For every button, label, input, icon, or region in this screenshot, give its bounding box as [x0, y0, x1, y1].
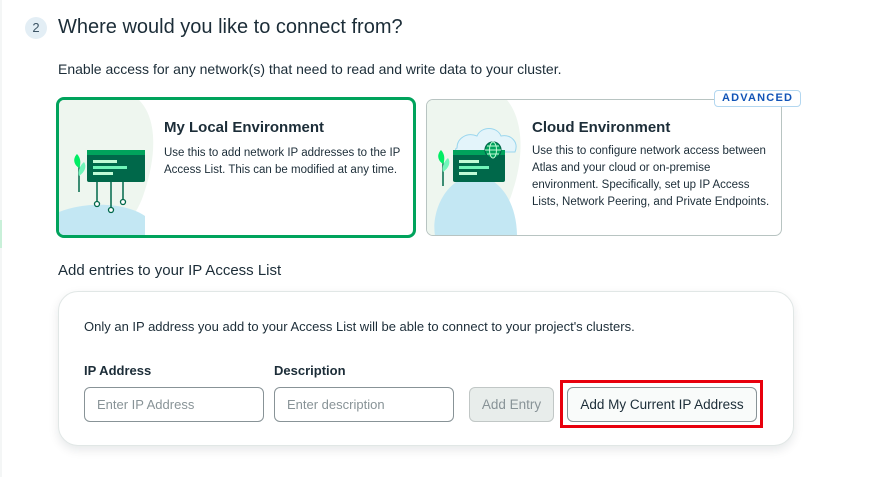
cloud-environment-title: Cloud Environment [532, 119, 671, 136]
local-environment-title: My Local Environment [164, 119, 325, 136]
advanced-badge: ADVANCED [714, 90, 802, 107]
access-list-note: Only an IP address you add to your Acces… [84, 319, 635, 334]
left-edge-strip [0, 0, 2, 477]
local-environment-description: Use this to add network IP addresses to … [164, 147, 401, 176]
ip-address-label: IP Address [84, 363, 152, 378]
local-environment-illustration [59, 100, 154, 235]
cloud-environment-description: Use this to configure network access bet… [532, 145, 770, 208]
description-input[interactable] [274, 387, 454, 422]
ip-address-input[interactable] [84, 387, 264, 422]
step-subtitle: Enable access for any network(s) that ne… [58, 61, 562, 77]
cloud-environment-illustration [427, 100, 521, 235]
step-title: Where would you like to connect from? [58, 16, 403, 38]
add-entry-button[interactable]: Add Entry [469, 387, 554, 422]
access-list-section-title: Add entries to your IP Access List [58, 262, 282, 279]
left-edge-marker [0, 220, 2, 248]
description-label: Description [274, 363, 346, 378]
cloud-environment-card[interactable]: Cloud Environment Use this to configure … [426, 99, 782, 236]
add-current-ip-button[interactable]: Add My Current IP Address [567, 387, 757, 422]
step-number-badge: 2 [25, 17, 47, 39]
access-list-panel: Only an IP address you add to your Acces… [58, 291, 794, 446]
local-environment-card[interactable]: My Local Environment Use this to add net… [56, 97, 416, 238]
